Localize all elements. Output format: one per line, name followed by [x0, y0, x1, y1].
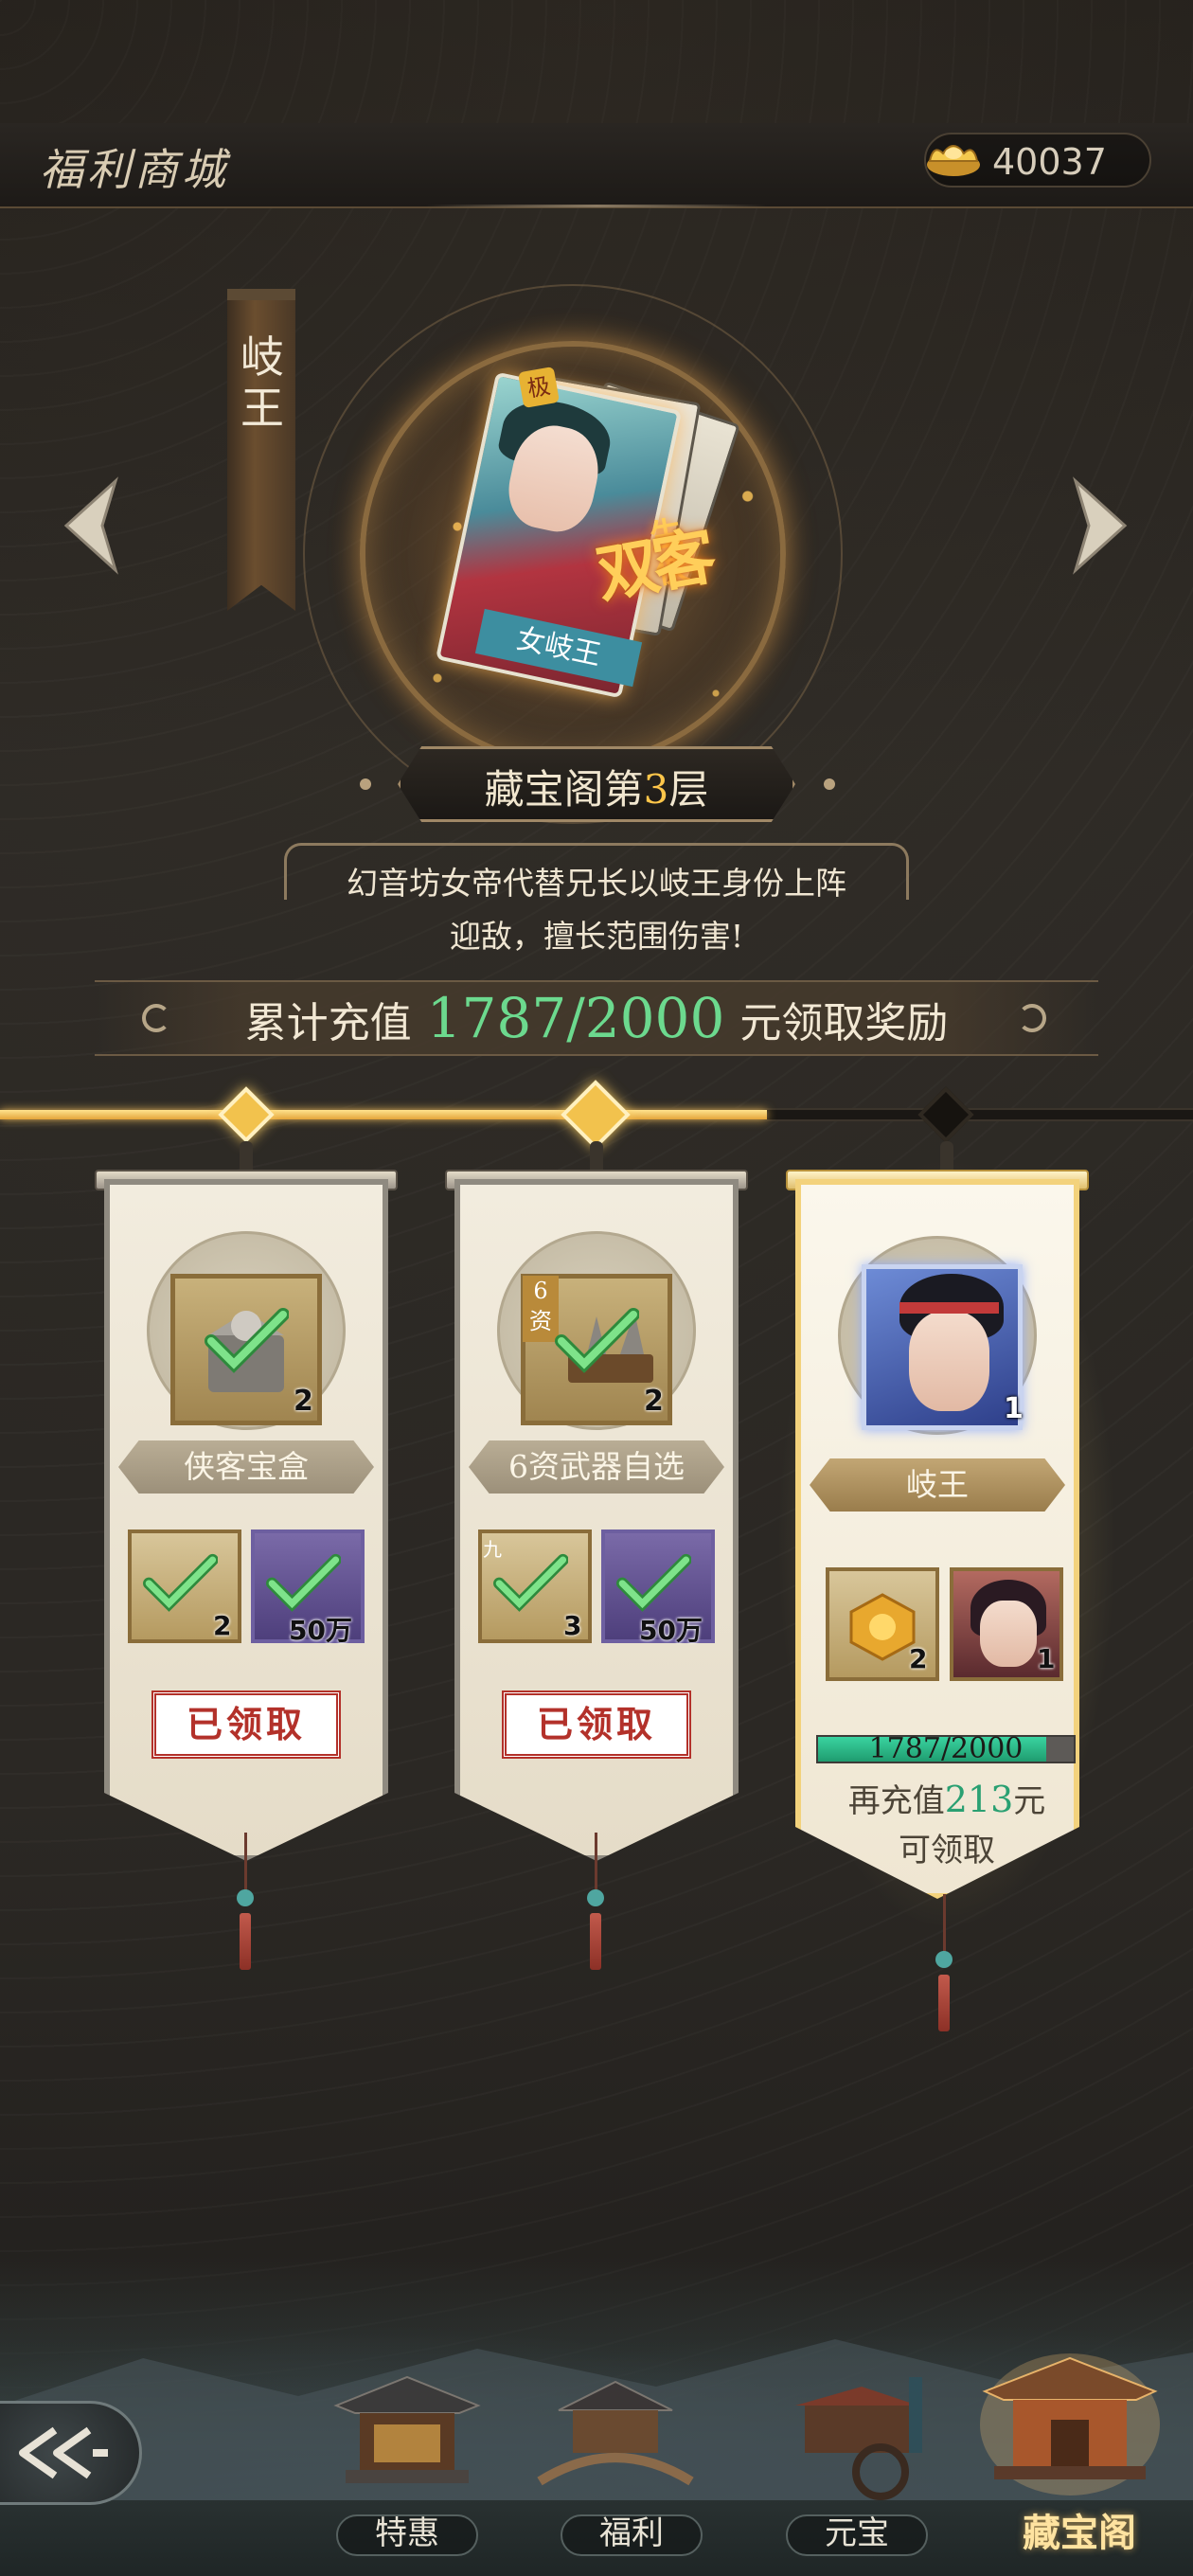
currency-value: 40037 [992, 141, 1107, 183]
claimed-check-icon [266, 1553, 341, 1612]
item-count: 2 [213, 1610, 232, 1641]
pavilion-icon[interactable] [327, 2358, 488, 2500]
item-count: 50万 [639, 1615, 703, 1646]
sub-hero-face [980, 1601, 1037, 1667]
claimed-check-icon [205, 1308, 289, 1373]
claimed-check-icon [143, 1553, 218, 1612]
header-divider [426, 205, 767, 207]
reward-name: 岐王 [906, 1466, 969, 1503]
gold-coin-icon [849, 1593, 916, 1661]
page-title: 福利商城 [40, 144, 229, 195]
floor-dot [360, 778, 371, 790]
nav-item-cangbaoge[interactable]: 藏宝阁 [994, 2510, 1165, 2557]
floor-number: 3 [643, 766, 669, 813]
description-line: 迎敌，擅长范围伤害! [449, 918, 744, 955]
floor-dot [824, 778, 835, 790]
description-line: 幻音坊女帝代替兄长以岐王身份上阵 [347, 865, 846, 902]
claimed-check-icon [555, 1308, 639, 1373]
hero-side-name: 岐王 [240, 331, 284, 434]
recharge-needed-prefix: 再充值 [847, 1782, 945, 1820]
claimed-check-icon [493, 1553, 568, 1612]
tassel-bead [587, 1889, 604, 1906]
bridge-house-icon[interactable] [535, 2368, 696, 2510]
tassel-bead [237, 1889, 254, 1906]
item-count: 2 [909, 1643, 928, 1674]
reward-progress-text: 1787/2000 [868, 1732, 1024, 1765]
treasure-pavilion-icon[interactable] [975, 2339, 1165, 2500]
progress-prefix: 累计充值 [244, 999, 412, 1047]
hero-side-banner-rod [227, 289, 295, 300]
recharge-needed-line2: 可领取 [899, 1832, 995, 1869]
nav-item-fuli[interactable]: 福利 [546, 2510, 717, 2557]
recharge-progress: 累计充值 1787/2000 元领取奖励 [95, 985, 1098, 1057]
item-count: 2 [644, 1385, 664, 1418]
nav-item-yuanbao[interactable]: 元宝 [772, 2510, 942, 2557]
hero-tag: 双客 [591, 519, 716, 612]
hero-description: 幻音坊女帝代替兄长以岐王身份上阵 迎敌，擅长范围伤害! [312, 857, 881, 963]
cart-icon[interactable] [776, 2368, 937, 2510]
reward-name: 6资武器自选 [508, 1448, 685, 1485]
recharge-needed-amount: 213 [944, 1779, 1014, 1820]
claimed-stamp: 已领取 [151, 1690, 341, 1759]
back-arrow-icon [19, 2426, 108, 2479]
prev-floor-arrow-icon[interactable] [57, 474, 123, 578]
hero-reward-headband [899, 1302, 999, 1314]
floor-title-prefix: 藏宝阁第 [484, 766, 644, 813]
recharge-needed-unit: 元 [1013, 1782, 1046, 1820]
floor-title-suffix: 层 [668, 766, 709, 813]
item-count: 1 [1037, 1643, 1056, 1674]
nav-item-tehui[interactable]: 特惠 [322, 2510, 492, 2557]
reward-name: 侠客宝盒 [184, 1448, 309, 1485]
item-count: 50万 [289, 1615, 352, 1646]
tassel-end [938, 1975, 950, 2031]
hero-seal-badge: 极 [517, 366, 561, 409]
timeline-fill [0, 1110, 767, 1119]
item-count: 3 [563, 1610, 582, 1641]
tassel-end [590, 1913, 601, 1970]
hero-reward-face [909, 1312, 989, 1411]
gold-ingot-icon [927, 145, 980, 176]
next-floor-arrow-icon[interactable] [1068, 474, 1134, 578]
recharge-needed-line: 再充值213元 [795, 1775, 1098, 1826]
progress-value: 1787/2000 [426, 986, 725, 1050]
item-count: 2 [294, 1385, 313, 1418]
claimed-check-icon [616, 1553, 691, 1612]
floor-title: 藏宝阁第3层 [398, 758, 795, 815]
recharge-needed: 再充值213元 可领取 [795, 1775, 1098, 1875]
progress-suffix: 元领取奖励 [739, 999, 949, 1047]
claimed-stamp: 已领取 [502, 1690, 691, 1759]
item-count: 1 [1004, 1392, 1024, 1425]
tassel-end [240, 1913, 251, 1970]
tassel-bead [935, 1951, 953, 1968]
